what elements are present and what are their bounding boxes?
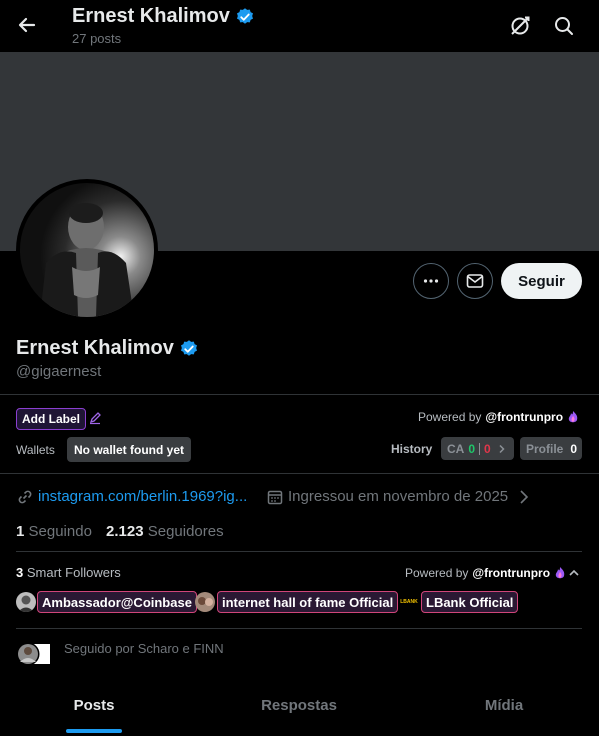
profile-avatar[interactable] bbox=[16, 179, 158, 321]
following-link[interactable]: 1 Seguindo bbox=[16, 523, 92, 540]
frontrun-powered-by[interactable]: Powered by @frontrunpro bbox=[405, 566, 566, 580]
smart-follower-avatar[interactable] bbox=[195, 592, 215, 612]
frontrun-brand: @frontrunpro bbox=[472, 566, 551, 580]
following-count: 1 bbox=[16, 523, 25, 540]
divider bbox=[0, 394, 599, 395]
followers-count: 2.123 bbox=[106, 523, 144, 540]
tab-replies[interactable]: Respostas bbox=[250, 697, 348, 717]
smart-follower-tag[interactable]: internet hall of fame Official bbox=[217, 591, 399, 613]
follow-button[interactable]: Seguir bbox=[501, 263, 582, 299]
divider bbox=[16, 551, 582, 552]
smart-followers-count: 3 bbox=[16, 565, 24, 580]
ca-green-count: 0 bbox=[468, 441, 476, 456]
wallets-label: Wallets bbox=[16, 443, 55, 457]
chevron-up-icon[interactable] bbox=[567, 566, 581, 580]
profile-name-text: Ernest Khalimov bbox=[16, 337, 174, 359]
profile-history-label: Profile bbox=[526, 441, 564, 456]
ca-red-count: 0 bbox=[484, 441, 491, 456]
ca-label: CA bbox=[447, 441, 465, 456]
more-button[interactable] bbox=[413, 263, 449, 299]
smart-followers-text: Smart Followers bbox=[26, 565, 121, 580]
verified-badge-icon bbox=[236, 7, 253, 24]
search-button[interactable] bbox=[550, 12, 578, 40]
profile-handle: @gigaernest bbox=[16, 363, 102, 380]
tab-posts[interactable]: Posts bbox=[60, 697, 128, 717]
divider bbox=[0, 473, 599, 474]
profile-name: Ernest Khalimov bbox=[16, 337, 199, 360]
mail-icon bbox=[466, 274, 484, 288]
pencil-icon bbox=[89, 412, 101, 425]
chevron-right-icon[interactable] bbox=[518, 489, 530, 505]
wallet-status-badge: No wallet found yet bbox=[67, 437, 192, 462]
verified-badge-icon[interactable] bbox=[179, 339, 199, 359]
avatar-image bbox=[20, 183, 154, 317]
profile-history-button[interactable]: Profile 0 bbox=[520, 437, 582, 460]
lbank-logo[interactable]: LBANK bbox=[399, 593, 419, 611]
frontrun-flame-icon bbox=[568, 411, 578, 423]
frontrun-powered-by[interactable]: Powered by @frontrunpro bbox=[418, 410, 579, 424]
calendar-icon bbox=[267, 490, 283, 505]
smart-followers-label: 3 Smart Followers bbox=[16, 565, 121, 580]
smart-follower-tag[interactable]: Ambassador@Coinbase bbox=[37, 591, 197, 613]
frontrun-extension-icon bbox=[511, 16, 530, 35]
followed-by-text[interactable]: Seguido por Scharo e FINN bbox=[64, 641, 224, 656]
edit-label-button[interactable] bbox=[88, 411, 102, 425]
divider bbox=[16, 628, 582, 629]
joined-date[interactable]: Ingressou em novembro de 2025 bbox=[288, 488, 508, 505]
followers-link[interactable]: 2.123 Seguidores bbox=[106, 523, 224, 540]
smart-follower-tag[interactable]: LBank Official bbox=[421, 591, 519, 613]
add-label-button[interactable]: Add Label bbox=[16, 408, 87, 430]
following-label: Seguindo bbox=[28, 523, 92, 540]
ca-history-button[interactable]: CA 0 0 bbox=[441, 437, 514, 460]
more-icon bbox=[423, 279, 439, 283]
profile-website-link[interactable]: instagram.com/berlin.1969?ig... bbox=[38, 488, 247, 505]
frontrun-brand: @frontrunpro bbox=[485, 410, 564, 424]
tab-media[interactable]: Mídia bbox=[470, 697, 538, 717]
ca-separator bbox=[479, 442, 481, 455]
header-name: Ernest Khalimov bbox=[72, 5, 230, 27]
smart-follower-avatar[interactable] bbox=[16, 592, 36, 612]
extension-button[interactable] bbox=[506, 12, 534, 40]
message-button[interactable] bbox=[457, 263, 493, 299]
arrow-left-icon bbox=[18, 17, 36, 33]
profile-history-count: 0 bbox=[570, 441, 578, 456]
header-title: Ernest Khalimov bbox=[72, 5, 255, 28]
history-label: History bbox=[391, 442, 433, 456]
link-icon bbox=[18, 490, 32, 504]
frontrun-flame-icon bbox=[555, 567, 565, 579]
search-icon bbox=[555, 17, 573, 35]
back-button[interactable] bbox=[12, 10, 42, 40]
followers-label: Seguidores bbox=[147, 523, 224, 540]
followed-by-avatars[interactable] bbox=[16, 642, 52, 666]
powered-by-text: Powered by bbox=[418, 410, 482, 424]
powered-by-text: Powered by bbox=[405, 566, 469, 580]
active-tab-indicator bbox=[66, 729, 122, 733]
posts-count: 27 posts bbox=[72, 31, 122, 46]
chevron-right-icon bbox=[499, 444, 505, 453]
